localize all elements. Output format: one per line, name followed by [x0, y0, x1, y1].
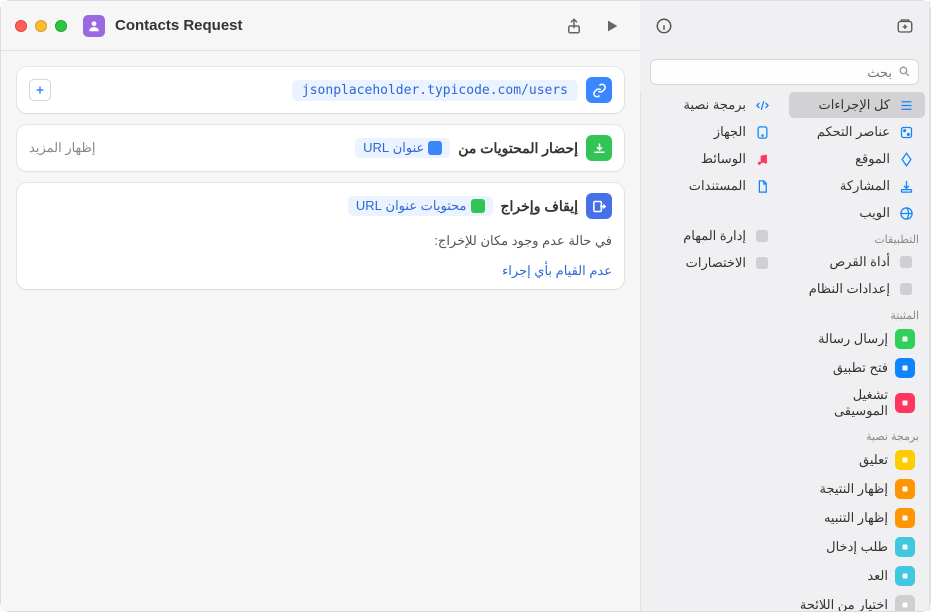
show-more-button[interactable]: إظهار المزيد — [29, 140, 96, 156]
app-icon — [753, 254, 771, 272]
category-icon — [897, 123, 915, 141]
action-label: فتح تطبيق — [833, 360, 888, 376]
app-item[interactable]: إعدادات النظام — [789, 276, 925, 302]
app-item[interactable]: أداة القرص — [789, 249, 925, 275]
app-label: إعدادات النظام — [809, 281, 890, 297]
exit-icon — [586, 193, 612, 219]
run-button[interactable] — [598, 12, 626, 40]
action-stop-output[interactable]: إيقاف وإخراج محتويات عنوان URL في حالة ع… — [17, 183, 624, 289]
contents-variable-token[interactable]: محتويات عنوان URL — [348, 196, 493, 216]
section-pinned: المثبتة — [785, 303, 929, 324]
category-label: الوسائط — [701, 151, 746, 167]
category-item[interactable]: المستندات — [645, 173, 781, 199]
category-label: الجهاز — [714, 124, 746, 140]
category-label: عناصر التحكم — [817, 124, 890, 140]
section-scripting: برمجة نصية — [785, 424, 929, 445]
condition-label: في حالة عدم وجود مكان للإخراج: — [17, 229, 624, 259]
action-fetch-contents[interactable]: إحضار المحتويات من عنوان URL إظهار المزي… — [17, 125, 624, 171]
action-label: طلب إدخال — [826, 539, 888, 555]
category-icon — [753, 96, 771, 114]
app-item[interactable]: الاختصارات — [645, 250, 781, 276]
action-icon — [895, 450, 915, 470]
section-apps: التطبيقات — [785, 227, 929, 248]
action-list-item[interactable]: العد — [789, 562, 925, 590]
search-icon — [898, 65, 911, 78]
action-list-item[interactable]: تعليق — [789, 446, 925, 474]
close-button[interactable] — [15, 20, 27, 32]
action-label: إرسال رسالة — [818, 331, 888, 347]
category-label: كل الإجراءات — [819, 97, 890, 113]
info-button[interactable] — [650, 12, 678, 40]
action-list-item[interactable]: إظهار النتيجة — [789, 475, 925, 503]
category-item[interactable]: الويب — [789, 200, 925, 226]
action-list-item[interactable]: اختيار من اللائحة — [789, 591, 925, 611]
category-label: الويب — [859, 205, 890, 221]
titlebar: Contacts Request — [1, 1, 640, 51]
action-icon — [895, 479, 915, 499]
category-item[interactable]: الموقع — [789, 146, 925, 172]
category-icon — [897, 96, 915, 114]
category-icon — [897, 150, 915, 168]
action-label: تشغيل الموسيقى — [799, 387, 888, 419]
condition-value[interactable]: عدم القيام بأي إجراء — [502, 263, 612, 278]
action-icon — [895, 566, 915, 586]
action-label: تعليق — [859, 452, 888, 468]
action-label: العد — [867, 568, 888, 584]
app-label: إدارة المهام — [683, 228, 746, 244]
action-icon — [895, 329, 915, 349]
action-title: إيقاف وإخراج — [501, 198, 579, 215]
category-icon — [897, 177, 915, 195]
app-icon — [897, 253, 915, 271]
category-icon — [753, 150, 771, 168]
zoom-button[interactable] — [55, 20, 67, 32]
action-list-item[interactable]: طلب إدخال — [789, 533, 925, 561]
action-list-item[interactable]: إرسال رسالة — [789, 325, 925, 353]
add-url-button[interactable] — [29, 79, 51, 101]
app-label: الاختصارات — [686, 255, 746, 271]
sidebar: كل الإجراءات عناصر التحكم الموقع المشاركة ال… — [640, 1, 930, 611]
category-icon — [753, 177, 771, 195]
minimize-button[interactable] — [35, 20, 47, 32]
action-list-item[interactable]: إظهار التنبيه — [789, 504, 925, 532]
action-icon — [895, 508, 915, 528]
action-icon — [895, 537, 915, 557]
category-label: المستندات — [689, 178, 746, 194]
category-item[interactable]: المشاركة — [789, 173, 925, 199]
category-label: الموقع — [855, 151, 890, 167]
share-button[interactable] — [560, 12, 588, 40]
action-title: إحضار المحتويات من — [458, 140, 578, 157]
action-icon — [895, 393, 915, 413]
action-icon — [895, 595, 915, 611]
action-label: إظهار التنبيه — [824, 510, 888, 526]
action-icon — [895, 358, 915, 378]
action-list-item[interactable]: تشغيل الموسيقى — [789, 383, 925, 423]
action-list-item[interactable]: فتح تطبيق — [789, 354, 925, 382]
action-label: اختيار من اللائحة — [800, 597, 888, 611]
category-item[interactable]: كل الإجراءات — [789, 92, 925, 118]
window-controls[interactable] — [15, 20, 67, 32]
category-item[interactable]: برمجة نصية — [645, 92, 781, 118]
link-icon — [586, 77, 612, 103]
url-variable-token[interactable]: عنوان URL — [355, 138, 450, 158]
category-item[interactable]: عناصر التحكم — [789, 119, 925, 145]
download-icon — [586, 135, 612, 161]
app-icon — [753, 227, 771, 245]
library-button[interactable] — [891, 12, 919, 40]
url-value[interactable]: jsonplaceholder.typicode.com/users — [292, 80, 578, 101]
app-item[interactable]: إدارة المهام — [645, 223, 781, 249]
category-label: برمجة نصية — [683, 97, 746, 113]
app-icon — [897, 280, 915, 298]
category-item[interactable]: الوسائط — [645, 146, 781, 172]
workflow-canvas: jsonplaceholder.typicode.com/users إحضار… — [1, 51, 640, 611]
category-icon — [753, 123, 771, 141]
action-label: إظهار النتيجة — [819, 481, 888, 497]
action-url[interactable]: jsonplaceholder.typicode.com/users — [17, 67, 624, 113]
app-label: أداة القرص — [830, 254, 890, 270]
search-input[interactable] — [650, 59, 919, 85]
category-icon — [897, 204, 915, 222]
window-title: Contacts Request — [115, 17, 243, 34]
category-item[interactable]: الجهاز — [645, 119, 781, 145]
shortcut-icon — [83, 15, 105, 37]
category-label: المشاركة — [840, 178, 890, 194]
